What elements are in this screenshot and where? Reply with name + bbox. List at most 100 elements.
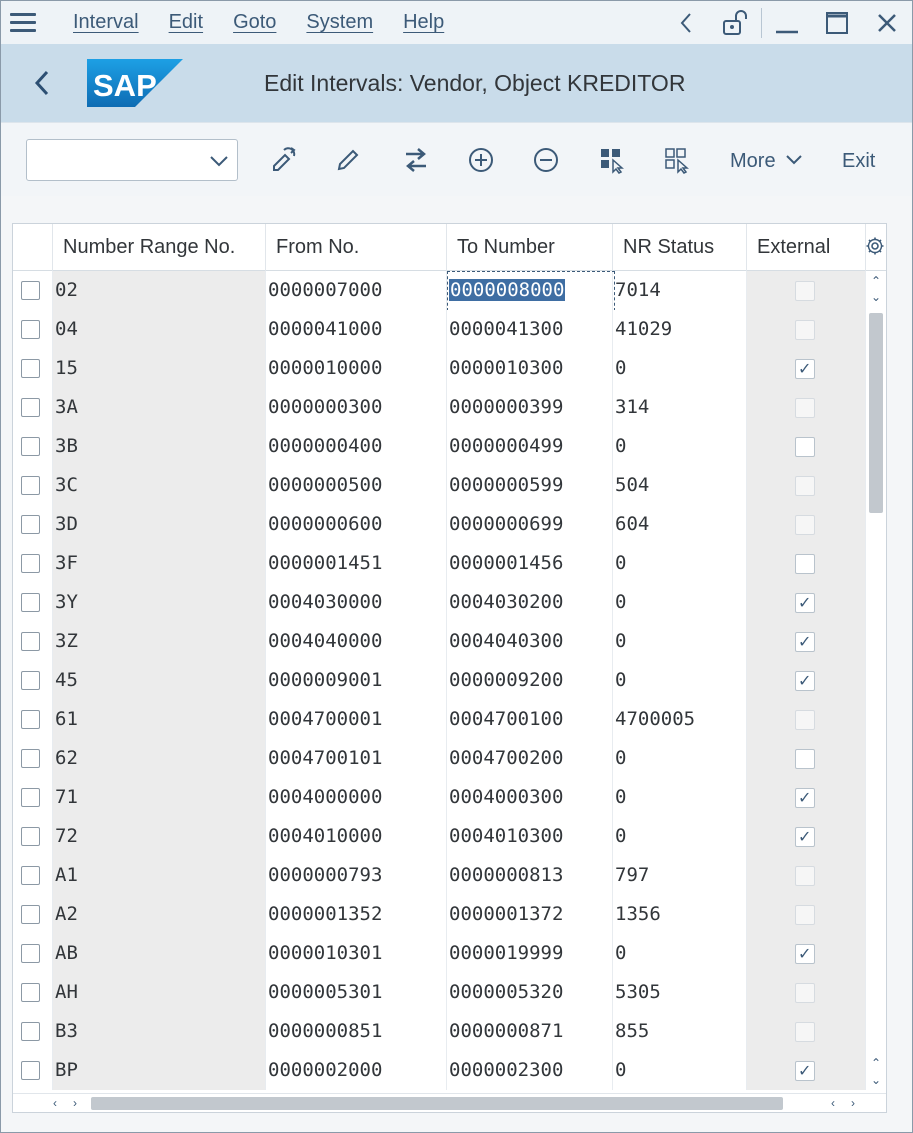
row-selector[interactable] bbox=[13, 817, 53, 856]
collapse-icon[interactable] bbox=[661, 1, 711, 44]
row-select-checkbox[interactable] bbox=[21, 359, 40, 378]
cell-from-no[interactable]: 0000002000 bbox=[266, 1051, 447, 1090]
scroll-up-icon[interactable]: ⌃ bbox=[866, 275, 886, 287]
cell-external[interactable] bbox=[747, 310, 866, 349]
cell-to-number[interactable]: 0000001456 bbox=[447, 544, 613, 583]
row-selector[interactable] bbox=[13, 1051, 53, 1090]
cell-external[interactable] bbox=[747, 895, 866, 934]
row-select-checkbox[interactable] bbox=[21, 827, 40, 846]
scroll-left-icon[interactable]: ‹ bbox=[53, 1094, 57, 1112]
row-select-checkbox[interactable] bbox=[21, 320, 40, 339]
cell-external[interactable]: ✓ bbox=[747, 1051, 866, 1090]
cell-external[interactable] bbox=[747, 856, 866, 895]
external-checkbox[interactable] bbox=[795, 749, 815, 769]
row-selector[interactable] bbox=[13, 505, 53, 544]
row-select-checkbox[interactable] bbox=[21, 593, 40, 612]
cell-nr-status[interactable]: 504 bbox=[613, 466, 747, 505]
row-select-checkbox[interactable] bbox=[21, 671, 40, 690]
table-row[interactable]: 3C 0000000500 0000000599 504 bbox=[13, 466, 866, 505]
cell-nr-status[interactable]: 314 bbox=[613, 388, 747, 427]
cell-from-no[interactable]: 0000000851 bbox=[266, 1012, 447, 1051]
cell-from-no[interactable]: 0004010000 bbox=[266, 817, 447, 856]
cell-from-no[interactable]: 0000010000 bbox=[266, 349, 447, 388]
cell-from-no[interactable]: 0000041000 bbox=[266, 310, 447, 349]
row-select-checkbox[interactable] bbox=[21, 476, 40, 495]
table-row[interactable]: 45 0000009001 0000009200 0 ✓ bbox=[13, 661, 866, 700]
more-button[interactable]: More bbox=[730, 150, 803, 173]
edit-icon[interactable] bbox=[333, 145, 363, 175]
table-row[interactable]: 62 0004700101 0004700200 0 bbox=[13, 739, 866, 778]
cell-to-number[interactable]: 0000008000 bbox=[447, 271, 613, 310]
select-all-icon[interactable] bbox=[597, 145, 627, 175]
cell-from-no[interactable]: 0004000000 bbox=[266, 778, 447, 817]
cell-external[interactable] bbox=[747, 1012, 866, 1051]
transport-icon[interactable] bbox=[401, 145, 431, 175]
cell-to-number[interactable]: 0000019999 bbox=[447, 934, 613, 973]
cell-external[interactable]: ✓ bbox=[747, 622, 866, 661]
row-select-checkbox[interactable] bbox=[21, 281, 40, 300]
row-select-checkbox[interactable] bbox=[21, 788, 40, 807]
scroll-down-icon[interactable]: ⌄ bbox=[866, 1074, 886, 1086]
cell-external[interactable] bbox=[747, 700, 866, 739]
cell-from-no[interactable]: 0000010301 bbox=[266, 934, 447, 973]
cell-to-number[interactable]: 0000000699 bbox=[447, 505, 613, 544]
cell-nr-status[interactable]: 0 bbox=[613, 778, 747, 817]
cell-external[interactable] bbox=[747, 466, 866, 505]
row-selector[interactable] bbox=[13, 349, 53, 388]
external-checkbox[interactable]: ✓ bbox=[795, 788, 815, 808]
row-selector[interactable] bbox=[13, 388, 53, 427]
cell-to-number[interactable]: 0000000599 bbox=[447, 466, 613, 505]
row-selector[interactable] bbox=[13, 466, 53, 505]
table-row[interactable]: 71 0004000000 0004000300 0 ✓ bbox=[13, 778, 866, 817]
row-select-checkbox[interactable] bbox=[21, 1061, 40, 1080]
table-row[interactable]: 3Y 0004030000 0004030200 0 ✓ bbox=[13, 583, 866, 622]
delete-icon[interactable] bbox=[531, 145, 561, 175]
cell-external[interactable] bbox=[747, 544, 866, 583]
column-external[interactable]: External bbox=[747, 224, 866, 271]
table-row[interactable]: 3A 0000000300 0000000399 314 bbox=[13, 388, 866, 427]
scroll-right-icon[interactable]: › bbox=[851, 1094, 855, 1112]
external-checkbox[interactable]: ✓ bbox=[795, 359, 815, 379]
column-number-range-no[interactable]: Number Range No. bbox=[53, 224, 266, 271]
external-checkbox[interactable]: ✓ bbox=[795, 944, 815, 964]
row-select-checkbox[interactable] bbox=[21, 710, 40, 729]
cell-external[interactable] bbox=[747, 739, 866, 778]
external-checkbox[interactable]: ✓ bbox=[795, 1061, 815, 1081]
table-row[interactable]: 04 0000041000 0000041300 41029 bbox=[13, 310, 866, 349]
minimize-icon[interactable] bbox=[762, 1, 812, 44]
row-select-checkbox[interactable] bbox=[21, 437, 40, 456]
cell-to-number[interactable]: 0000000813 bbox=[447, 856, 613, 895]
cell-nr-status[interactable]: 0 bbox=[613, 934, 747, 973]
horizontal-scrollbar[interactable]: ‹ › ‹ › bbox=[13, 1093, 886, 1112]
cell-from-no[interactable]: 0000000300 bbox=[266, 388, 447, 427]
row-selector[interactable] bbox=[13, 739, 53, 778]
row-selector[interactable] bbox=[13, 778, 53, 817]
row-select-checkbox[interactable] bbox=[21, 983, 40, 1002]
row-selector[interactable] bbox=[13, 427, 53, 466]
cell-from-no[interactable]: 0000007000 bbox=[266, 271, 447, 310]
vertical-scrollbar[interactable]: ⌃ ⌄ ⌃ ⌄ bbox=[866, 271, 886, 1093]
cell-nr-status[interactable]: 41029 bbox=[613, 310, 747, 349]
column-from-no[interactable]: From No. bbox=[266, 224, 447, 271]
cell-from-no[interactable]: 0004700101 bbox=[266, 739, 447, 778]
row-select-checkbox[interactable] bbox=[21, 866, 40, 885]
cell-from-no[interactable]: 0000000400 bbox=[266, 427, 447, 466]
cell-from-no[interactable]: 0004040000 bbox=[266, 622, 447, 661]
cell-from-no[interactable]: 0000001352 bbox=[266, 895, 447, 934]
cell-to-number[interactable]: 0000000399 bbox=[447, 388, 613, 427]
cell-nr-status[interactable]: 0 bbox=[613, 739, 747, 778]
cell-to-number[interactable]: 0000010300 bbox=[447, 349, 613, 388]
horizontal-scroll-thumb[interactable] bbox=[91, 1097, 783, 1110]
cell-nr-status[interactable]: 0 bbox=[613, 1051, 747, 1090]
cell-from-no[interactable]: 0000000500 bbox=[266, 466, 447, 505]
row-selector[interactable] bbox=[13, 622, 53, 661]
row-selector[interactable] bbox=[13, 856, 53, 895]
cell-nr-status[interactable]: 1356 bbox=[613, 895, 747, 934]
cell-nr-status[interactable]: 0 bbox=[613, 622, 747, 661]
back-icon[interactable] bbox=[17, 53, 67, 113]
external-checkbox[interactable]: ✓ bbox=[795, 671, 815, 691]
deselect-all-icon[interactable] bbox=[662, 145, 692, 175]
table-row[interactable]: B3 0000000851 0000000871 855 bbox=[13, 1012, 866, 1051]
row-select-checkbox[interactable] bbox=[21, 749, 40, 768]
cell-external[interactable] bbox=[747, 271, 866, 310]
